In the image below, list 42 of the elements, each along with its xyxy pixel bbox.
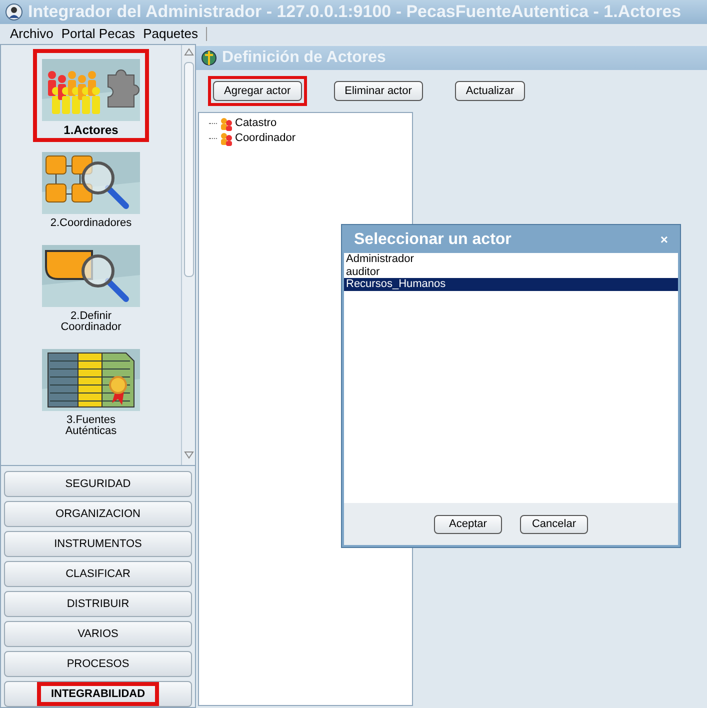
section-button[interactable]: PROCESOS [4, 651, 192, 677]
people-puzzle-icon [42, 59, 140, 121]
sidebar-item-label: 3.Fuentes Auténticas [64, 415, 118, 437]
sidebar-item-label: 2.Definir Coordinador [60, 311, 122, 333]
section-button[interactable]: DISTRIBUIR [4, 591, 192, 617]
dialog-title: Seleccionar un actor [354, 230, 512, 250]
section-button[interactable]: VARIOS [4, 621, 192, 647]
menu-item[interactable]: Portal Pecas [61, 24, 136, 44]
diagram-magnifier-icon [42, 152, 140, 214]
section-button[interactable]: ORGANIZACION [4, 501, 192, 527]
toolbar-button[interactable]: Eliminar actor [334, 81, 423, 102]
menu-item[interactable]: Paquetes [143, 24, 198, 44]
tree-item[interactable]: Catastro [209, 116, 412, 131]
toolbar-button[interactable]: Actualizar [454, 81, 526, 102]
list-item[interactable]: Recursos_Humanos [344, 278, 678, 290]
actor-icon [219, 116, 233, 130]
list-item[interactable]: Administrador [344, 253, 678, 266]
window-title: Integrador del Administrador - 127.0.0.1:9100 - PecasFuenteAutentica - 1.Actores [28, 1, 682, 24]
actor-icon [219, 132, 233, 146]
shape-magnifier-icon [42, 245, 140, 307]
scroll-down-icon[interactable] [184, 451, 194, 459]
sidebar-item-label: 1.Actores [62, 125, 120, 136]
panel-title: Definición de Actores [222, 48, 386, 68]
sidebar-item[interactable]: 2.Definir Coordinador [33, 235, 149, 339]
list-item[interactable]: auditor [344, 266, 678, 278]
section-button[interactable]: SEGURIDAD [4, 471, 192, 497]
tree-item[interactable]: Coordinador [209, 131, 412, 146]
menu-item[interactable]: Archivo [10, 24, 54, 44]
dialog-button[interactable]: Cancelar [520, 514, 588, 534]
section-button[interactable]: INTEGRABILIDAD [4, 681, 192, 707]
document-seal-icon [42, 349, 140, 411]
section-button[interactable]: CLASIFICAR [4, 561, 192, 587]
dialog-button[interactable]: Aceptar [434, 514, 502, 534]
section-button[interactable]: INSTRUMENTOS [4, 531, 192, 557]
app-icon [4, 3, 24, 21]
sidebar-item-label: 2.Coordinadores [49, 218, 133, 229]
scroll-thumb[interactable] [184, 62, 194, 277]
sidebar-item[interactable]: 3.Fuentes Auténticas [33, 339, 149, 443]
sidebar-item[interactable]: 2.Coordinadores [33, 142, 149, 235]
scroll-up-icon[interactable] [184, 48, 194, 56]
sidebar-item[interactable]: 1.Actores [33, 49, 149, 142]
toolbar-button[interactable]: Agregar actor [213, 81, 302, 102]
